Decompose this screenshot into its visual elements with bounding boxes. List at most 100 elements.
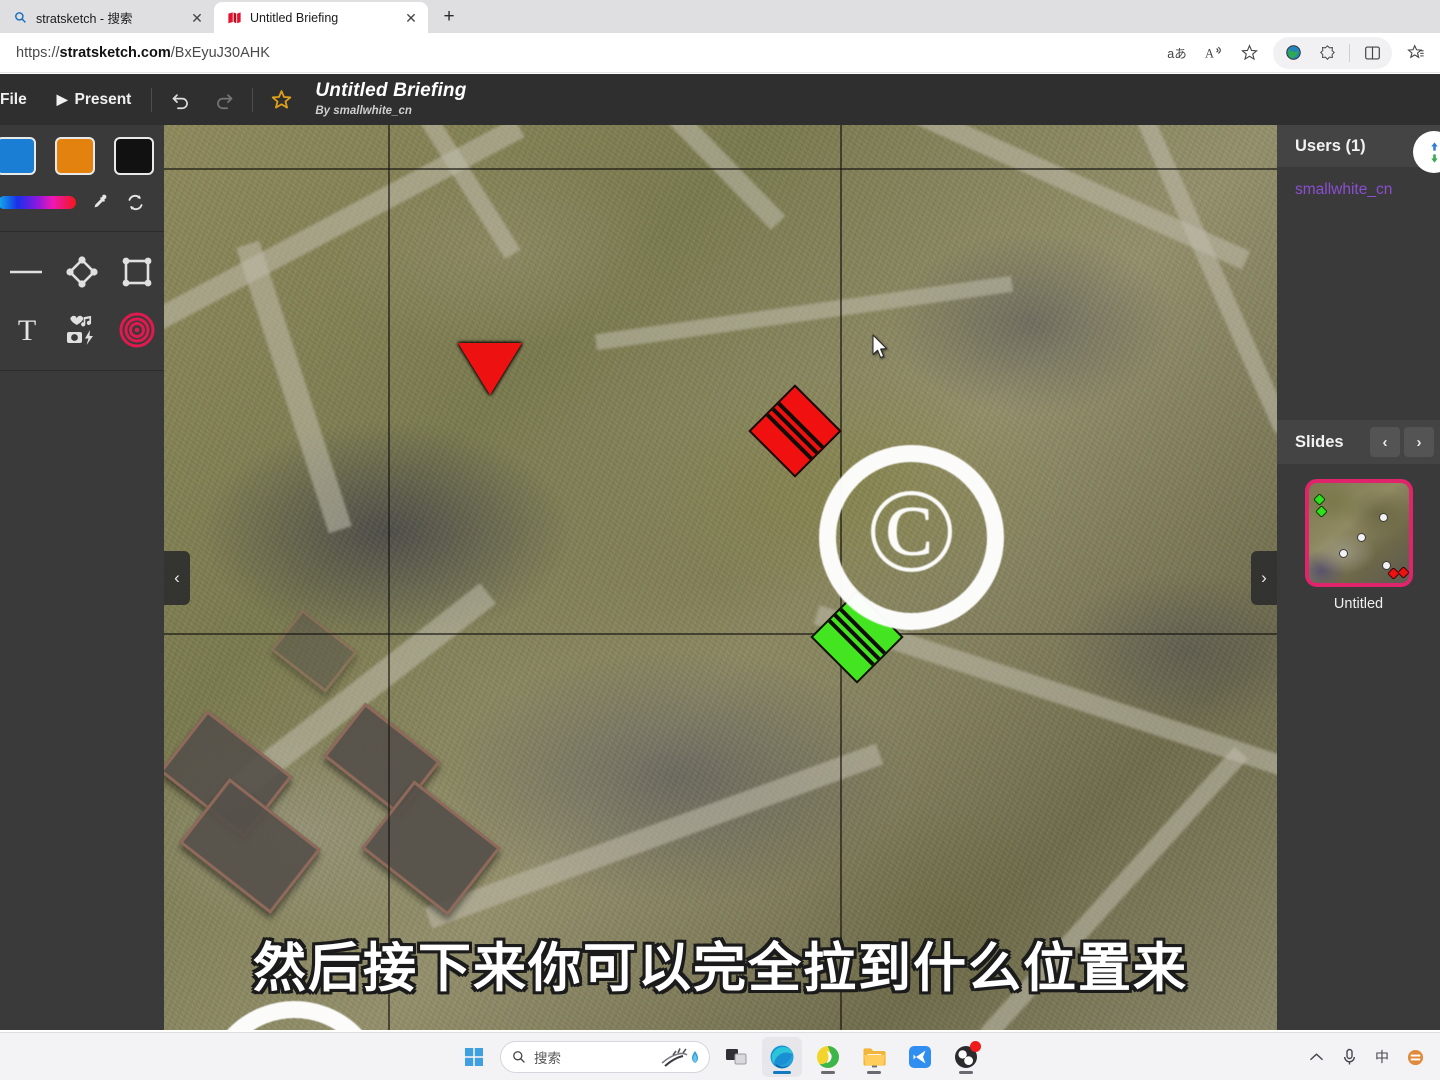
header-divider bbox=[252, 88, 253, 112]
canvas-prev-button[interactable]: ‹ bbox=[164, 551, 190, 605]
present-button[interactable]: ▶ Present bbox=[43, 74, 146, 125]
close-icon[interactable]: ✕ bbox=[188, 9, 206, 27]
taskbar-active-underline bbox=[773, 1071, 791, 1074]
star-icon bbox=[271, 89, 292, 110]
slides-panel-title: Slides bbox=[1295, 433, 1344, 452]
text-tool[interactable]: T bbox=[0, 306, 55, 354]
slides-next-button[interactable]: › bbox=[1404, 427, 1434, 457]
color-swatch-black[interactable] bbox=[114, 137, 154, 175]
microphone-icon[interactable] bbox=[1334, 1041, 1364, 1073]
present-label: Present bbox=[74, 91, 131, 109]
marker-red-triangle[interactable] bbox=[458, 343, 522, 395]
briefing-canvas[interactable]: © 然后接下来你可以完全拉到什么位置来 ‹ › bbox=[164, 125, 1277, 1030]
eyedropper-icon[interactable] bbox=[86, 189, 112, 215]
target-tool[interactable] bbox=[109, 306, 164, 354]
browser-tab-1[interactable]: Untitled Briefing ✕ bbox=[214, 2, 428, 33]
users-panel-header: Users (1) bbox=[1277, 125, 1440, 167]
users-panel-title: Users (1) bbox=[1295, 137, 1366, 156]
browser-toolbar-icons: aあ A bbox=[1161, 37, 1440, 69]
slide-label: Untitled bbox=[1334, 596, 1383, 612]
tool-grid: T bbox=[0, 232, 164, 370]
taskbar-search-input[interactable]: 搜索 bbox=[500, 1041, 710, 1073]
user-list-item[interactable]: smallwhite_cn bbox=[1295, 181, 1422, 199]
svg-text:A: A bbox=[1205, 46, 1214, 60]
favorite-star-button[interactable] bbox=[259, 74, 303, 125]
undo-button[interactable] bbox=[158, 74, 202, 125]
refresh-icon[interactable] bbox=[122, 189, 148, 215]
canvas-next-button[interactable]: › bbox=[1251, 551, 1277, 605]
color-gradient-slider[interactable] bbox=[0, 196, 76, 209]
read-aloud-icon[interactable]: A bbox=[1197, 38, 1229, 68]
close-icon[interactable]: ✕ bbox=[402, 9, 420, 27]
slides-prev-button[interactable]: ‹ bbox=[1370, 427, 1400, 457]
tray-app-icon[interactable] bbox=[1400, 1041, 1430, 1073]
color-swatch-orange[interactable] bbox=[55, 137, 95, 175]
task-view-button[interactable] bbox=[716, 1037, 756, 1077]
line-tool[interactable] bbox=[0, 248, 55, 296]
marker-stripe bbox=[828, 619, 875, 666]
slides-panel-header: Slides ‹ › bbox=[1277, 420, 1440, 464]
url-input[interactable]: https://stratsketch.com/BxEyuJ30AHK bbox=[0, 45, 1161, 61]
rectangle-icon bbox=[120, 255, 154, 289]
browser-tab-0[interactable]: stratsketch - 搜索 ✕ bbox=[0, 2, 214, 33]
music-app-button[interactable] bbox=[808, 1037, 848, 1077]
obs-recording-dot bbox=[970, 1041, 981, 1052]
show-hidden-icons-button[interactable] bbox=[1301, 1041, 1331, 1073]
left-toolbar: T bbox=[0, 125, 164, 1030]
undo-icon bbox=[170, 89, 191, 110]
browser-tab-strip: stratsketch - 搜索 ✕ Untitled Briefing ✕ + bbox=[0, 0, 1440, 33]
blue-app-icon bbox=[908, 1045, 932, 1069]
slides-nav-buttons: ‹ › bbox=[1370, 427, 1440, 457]
file-menu-button[interactable]: File bbox=[0, 74, 43, 125]
windows-taskbar: 搜索 bbox=[0, 1032, 1440, 1080]
windows-logo-icon bbox=[464, 1047, 484, 1067]
stratsketch-book-icon bbox=[226, 10, 242, 26]
ime-chinese-icon[interactable]: 中 bbox=[1367, 1041, 1397, 1073]
rectangle-tool[interactable] bbox=[109, 248, 164, 296]
media-icon bbox=[64, 313, 100, 347]
map-grid-line bbox=[164, 168, 1277, 170]
line-icon bbox=[10, 255, 44, 289]
browser-essentials-icon[interactable] bbox=[1277, 38, 1309, 68]
copilot-icon[interactable] bbox=[1311, 38, 1343, 68]
folder-icon bbox=[862, 1046, 887, 1068]
users-list: smallwhite_cn bbox=[1277, 167, 1440, 213]
url-path: /BxEyuJ30AHK bbox=[171, 45, 270, 61]
copyright-glyph: © bbox=[866, 462, 957, 600]
media-tool[interactable] bbox=[55, 306, 110, 354]
redo-button[interactable] bbox=[202, 74, 246, 125]
browser-essentials-pill bbox=[1273, 37, 1392, 69]
marker-stripe bbox=[772, 408, 819, 455]
obs-studio-button[interactable] bbox=[946, 1037, 986, 1077]
redo-icon bbox=[214, 89, 235, 110]
url-domain: stratsketch.com bbox=[60, 45, 171, 61]
play-icon: ▶ bbox=[57, 91, 68, 108]
color-swatch-blue[interactable] bbox=[0, 137, 36, 175]
polygon-tool[interactable] bbox=[55, 248, 110, 296]
favorites-icon[interactable] bbox=[1400, 38, 1432, 68]
split-screen-icon[interactable] bbox=[1356, 38, 1388, 68]
music-app-icon bbox=[816, 1045, 840, 1069]
blue-app-button[interactable] bbox=[900, 1037, 940, 1077]
map-grid-line bbox=[164, 633, 1277, 635]
browser-tab-title: Untitled Briefing bbox=[250, 11, 394, 25]
new-tab-button[interactable]: + bbox=[434, 3, 464, 31]
polygon-icon bbox=[65, 255, 99, 289]
mouse-cursor bbox=[872, 334, 890, 360]
search-illustration-icon bbox=[659, 1045, 703, 1073]
slide-item[interactable]: Untitled bbox=[1277, 479, 1440, 612]
thumb-marker-white bbox=[1339, 549, 1348, 558]
add-favorite-icon[interactable] bbox=[1233, 38, 1265, 68]
map-grid-line bbox=[388, 125, 390, 1030]
search-icon bbox=[512, 1050, 526, 1064]
text-icon: T bbox=[10, 313, 44, 347]
chevron-up-icon bbox=[1309, 1052, 1324, 1062]
marker-stripe bbox=[777, 402, 824, 449]
reading-preferences-icon[interactable]: aあ bbox=[1161, 38, 1193, 68]
edge-browser-button[interactable] bbox=[762, 1037, 802, 1077]
header-divider bbox=[151, 88, 152, 112]
file-explorer-button[interactable] bbox=[854, 1037, 894, 1077]
marker-stripe bbox=[766, 413, 813, 460]
windows-start-button[interactable] bbox=[454, 1037, 494, 1077]
slide-thumbnail[interactable] bbox=[1305, 479, 1413, 587]
